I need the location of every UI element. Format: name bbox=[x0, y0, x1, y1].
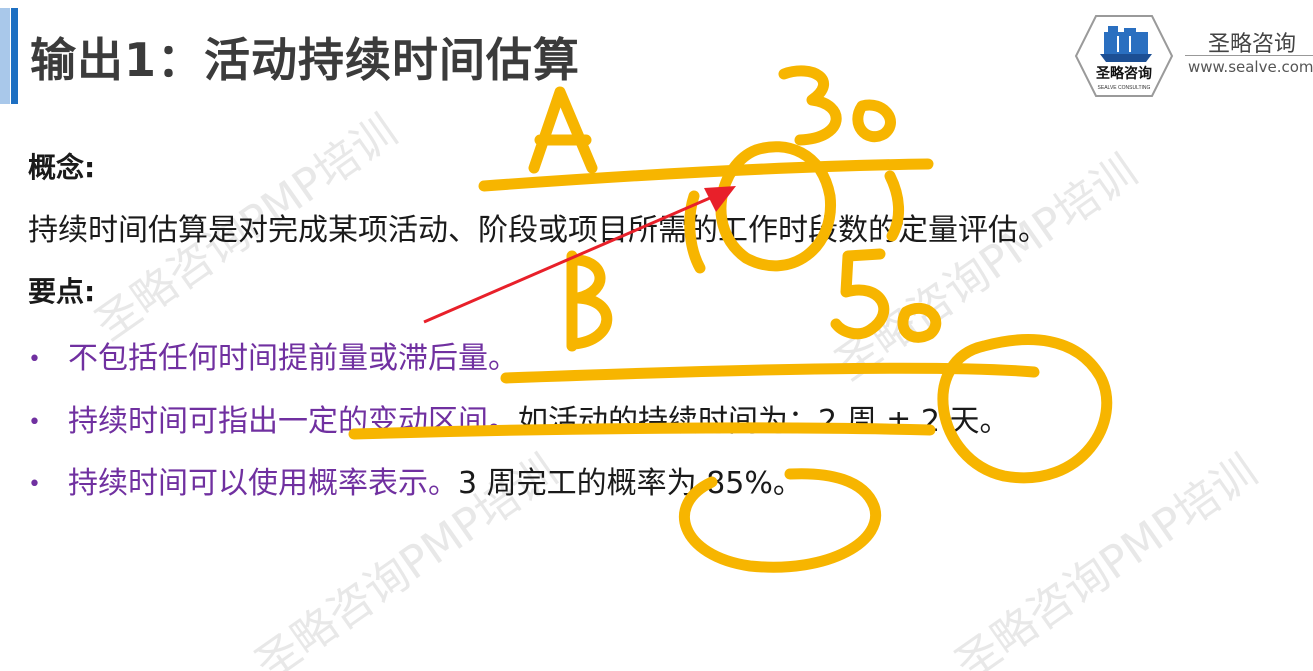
ink-digit-0 bbox=[852, 99, 896, 143]
logo-name: 圣略咨询 bbox=[1208, 32, 1297, 57]
bullet-dot: • bbox=[28, 410, 41, 435]
ink-digit-5 bbox=[830, 248, 890, 340]
ink-line-mid bbox=[500, 362, 1040, 384]
watermark: 圣略咨询PMP培训 bbox=[826, 145, 1147, 391]
bullet-text-black: 如活动的持续时间为：2 周 ± 2 天。 bbox=[518, 404, 1010, 439]
bullet-text-purple: 不包括任何时间提前量或滞后量。 bbox=[68, 341, 518, 376]
bullet-item: • 持续时间可以使用概率表示。3 周完工的概率为 85%。 bbox=[28, 458, 803, 502]
bullet-dot: • bbox=[28, 472, 41, 497]
logo-badge-text: 圣略咨询 bbox=[1095, 65, 1152, 81]
bullet-item: • 持续时间可指出一定的变动区间。如活动的持续时间为：2 周 ± 2 天。 bbox=[28, 396, 1009, 440]
bullet-item: • 不包括任何时间提前量或滞后量。 bbox=[28, 333, 518, 377]
bullet-text-purple: 持续时间可指出一定的变动区间。 bbox=[68, 404, 518, 439]
ink-line-top bbox=[478, 158, 934, 192]
ink-digit-3 bbox=[778, 65, 842, 146]
ink-digit-0b bbox=[897, 302, 942, 343]
key-points-heading: 要点: bbox=[28, 275, 96, 308]
accent-bar-light bbox=[0, 8, 10, 104]
watermark: 圣略咨询PMP培训 bbox=[946, 445, 1267, 671]
bullet-text-purple: 持续时间可以使用概率表示。 bbox=[68, 466, 458, 501]
slide-title: 输出1：活动持续时间估算 bbox=[30, 33, 581, 87]
logo-divider bbox=[1185, 55, 1313, 56]
logo-badge-subtext: SEALVE CONSULTING bbox=[1098, 85, 1151, 91]
title-accent-bar bbox=[0, 8, 22, 104]
ink-letter-a bbox=[528, 86, 598, 174]
logo-url: www.sealve.com bbox=[1188, 58, 1313, 76]
company-logo: 圣略咨询 SEALVE CONSULTING bbox=[1074, 15, 1174, 97]
concept-heading: 概念: bbox=[28, 151, 96, 184]
bullet-dot: • bbox=[28, 347, 41, 372]
accent-bar-dark bbox=[11, 8, 18, 104]
concept-text: 持续时间估算是对完成某项活动、阶段或项目所需的工作时段数的定量评估。 bbox=[28, 213, 1048, 248]
ink-letter-b bbox=[566, 250, 613, 352]
bullet-text-black: 3 周完工的概率为 85%。 bbox=[458, 466, 803, 501]
